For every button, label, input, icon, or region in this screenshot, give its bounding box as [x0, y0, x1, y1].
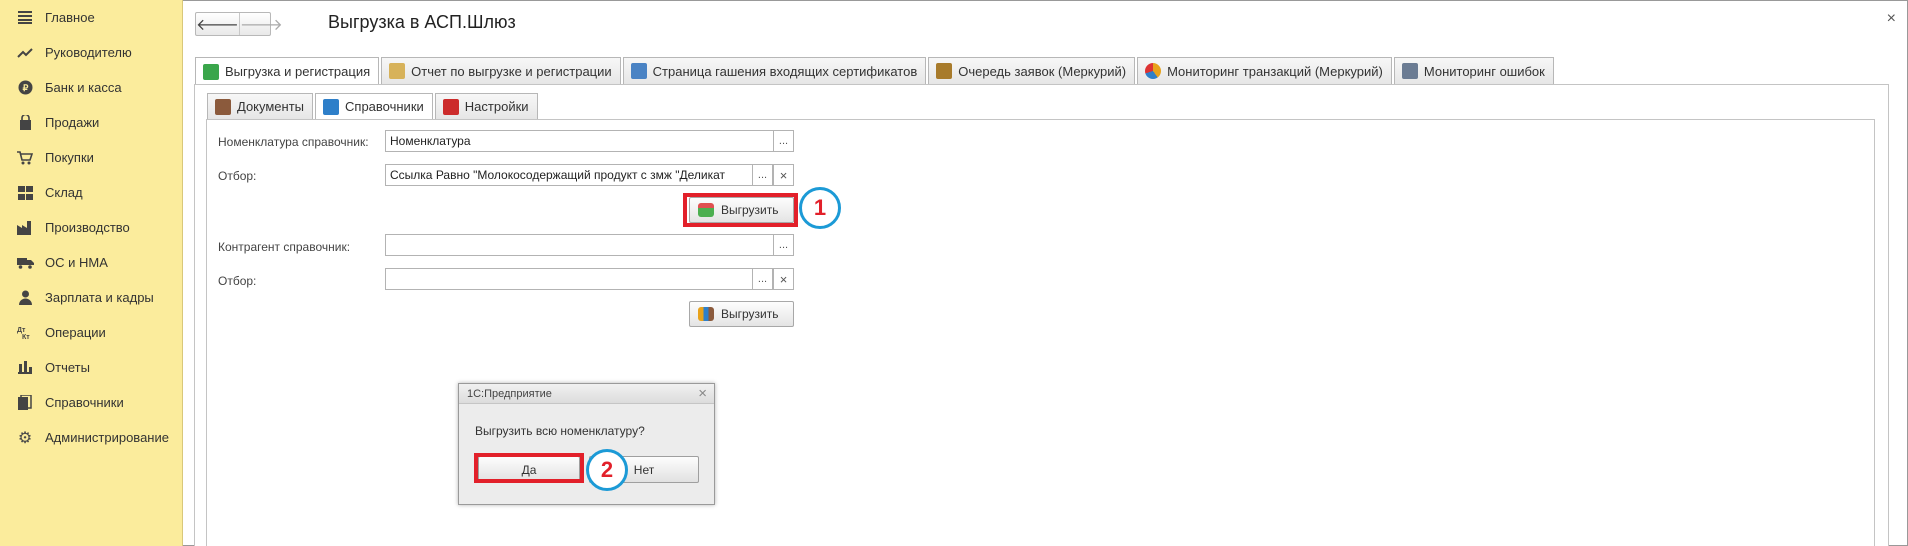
- highlight-step2: [474, 453, 584, 483]
- bag-icon: [16, 114, 34, 132]
- sidebar-item-manager[interactable]: Руководителю: [0, 35, 182, 70]
- sidebar-item-purchases[interactable]: Покупки: [0, 140, 182, 175]
- report-icon: [389, 63, 406, 79]
- tab-directories[interactable]: Справочники: [315, 93, 433, 119]
- tab-certificates[interactable]: Страница гашения входящих сертификатов: [622, 57, 927, 84]
- sidebar-item-main[interactable]: Главное: [0, 0, 182, 35]
- sidebar: Главное Руководителю ₽ Банк и касса Прод…: [0, 0, 183, 546]
- confirm-dialog: 1С:Предприятие × Выгрузить всю номенклат…: [458, 383, 715, 505]
- nomenclature-field[interactable]: Номенклатура: [385, 130, 774, 152]
- certificate-icon: [630, 63, 647, 79]
- tab-error-monitoring[interactable]: Мониторинг ошибок: [1393, 57, 1554, 84]
- settings-icon: [442, 98, 459, 115]
- sidebar-item-label: Продажи: [45, 115, 100, 130]
- step2-marker: 2: [586, 449, 628, 491]
- close-button[interactable]: ×: [1887, 10, 1896, 28]
- filter2-label: Отбор:: [218, 274, 257, 288]
- sidebar-item-label: ОС и НМА: [45, 255, 108, 270]
- filter2-clear-button[interactable]: ×: [773, 268, 794, 290]
- highlight-step1: [683, 193, 798, 227]
- sidebar-item-salary[interactable]: Зарплата и кадры: [0, 280, 182, 315]
- sidebar-item-label: Операции: [45, 325, 106, 340]
- filter2-select-button[interactable]: ...: [752, 268, 773, 290]
- nomenclature-select-button[interactable]: ...: [773, 130, 794, 152]
- tab-documents[interactable]: Документы: [207, 93, 314, 119]
- sidebar-item-label: Зарплата и кадры: [45, 290, 154, 305]
- book-icon: [16, 394, 34, 412]
- dialog-title: 1С:Предприятие ×: [459, 384, 714, 404]
- dt-kt-icon: Дт Кт: [16, 324, 34, 342]
- tab-settings[interactable]: Настройки: [434, 93, 538, 119]
- truck-icon: [16, 254, 34, 272]
- sidebar-item-label: Отчеты: [45, 360, 90, 375]
- dialog-close-icon[interactable]: ×: [698, 385, 707, 402]
- sidebar-item-reports[interactable]: Отчеты: [0, 350, 182, 385]
- sidebar-item-label: Руководителю: [45, 45, 132, 60]
- arrow-right-icon: 🡒: [239, 16, 283, 34]
- upload-icon: [203, 63, 219, 80]
- filter1-field[interactable]: Ссылка Равно "Молокосодержащий продукт с…: [385, 164, 753, 186]
- counterparty-label: Контрагент справочник:: [218, 240, 351, 254]
- monitor-icon: [1401, 63, 1418, 79]
- filter1-label: Отбор:: [218, 169, 257, 183]
- tab-upload-registration[interactable]: Выгрузка и регистрация: [195, 57, 380, 85]
- counterparty-select-button[interactable]: ...: [773, 234, 794, 256]
- pie-icon: [1145, 63, 1162, 79]
- filter2-field[interactable]: [385, 268, 753, 290]
- sidebar-item-warehouse[interactable]: Склад: [0, 175, 182, 210]
- filter1-clear-button[interactable]: ×: [773, 164, 794, 186]
- main-tabs: Выгрузка и регистрация Отчет по выгрузке…: [195, 57, 1556, 85]
- sidebar-item-label: Главное: [45, 10, 95, 25]
- factory-icon: [16, 219, 34, 237]
- coin-icon: ₽: [16, 79, 34, 97]
- sub-tabs: Документы Справочники Настройки: [207, 93, 540, 119]
- queue-icon: [936, 63, 953, 79]
- sidebar-item-operations[interactable]: Дт Кт Операции: [0, 315, 182, 350]
- sidebar-item-label: Администрирование: [45, 430, 169, 445]
- sidebar-item-bank[interactable]: ₽ Банк и касса: [0, 70, 182, 105]
- counterparty-field[interactable]: [385, 234, 774, 256]
- sidebar-item-label: Справочники: [45, 395, 124, 410]
- sidebar-item-assets[interactable]: ОС и НМА: [0, 245, 182, 280]
- tab-request-queue[interactable]: Очередь заявок (Меркурий): [928, 57, 1136, 84]
- svg-text:Дт: Дт: [17, 327, 26, 334]
- arrow-left-icon: 🡐: [196, 16, 239, 34]
- person-icon: [16, 289, 34, 307]
- directory-icon: [323, 98, 340, 115]
- sidebar-item-label: Покупки: [45, 150, 94, 165]
- briefcase-icon: [215, 98, 231, 115]
- tab-transaction-monitoring[interactable]: Мониторинг транзакций (Меркурий): [1137, 57, 1392, 84]
- upload-counterparty-button[interactable]: Выгрузить: [689, 301, 794, 327]
- filter1-select-button[interactable]: ...: [752, 164, 773, 186]
- page-title: Выгрузка в АСП.Шлюз: [328, 12, 516, 32]
- menu-icon: [16, 9, 34, 27]
- sidebar-item-label: Производство: [45, 220, 130, 235]
- bar-chart-icon: [16, 359, 34, 377]
- tab-upload-report[interactable]: Отчет по выгрузке и регистрации: [381, 57, 621, 84]
- sidebar-item-directories[interactable]: Справочники: [0, 385, 182, 420]
- sidebar-item-label: Банк и касса: [45, 80, 122, 95]
- sidebar-item-administration[interactable]: ⚙ Администрирование: [0, 420, 182, 455]
- cart-icon: [16, 149, 34, 167]
- svg-text:₽: ₽: [22, 83, 28, 93]
- nomenclature-label: Номенклатура справочник:: [218, 135, 369, 149]
- sidebar-item-label: Склад: [45, 185, 83, 200]
- warehouse-icon: [16, 184, 34, 202]
- step1-marker: 1: [799, 187, 841, 229]
- svg-text:Кт: Кт: [22, 334, 30, 340]
- navigation-buttons: 🡐 🡒: [195, 12, 283, 36]
- forward-button[interactable]: 🡒: [238, 13, 283, 35]
- dialog-message: Выгрузить всю номенклатуру?: [475, 424, 645, 438]
- trend-icon: [16, 44, 34, 62]
- gear-icon: ⚙: [17, 429, 33, 447]
- back-button[interactable]: 🡐: [196, 13, 239, 35]
- sidebar-item-production[interactable]: Производство: [0, 210, 182, 245]
- sidebar-item-sales[interactable]: Продажи: [0, 105, 182, 140]
- header: 🡐 🡒 Выгрузка в АСП.Шлюз ×: [183, 0, 1908, 48]
- upload-people-icon: [698, 307, 714, 321]
